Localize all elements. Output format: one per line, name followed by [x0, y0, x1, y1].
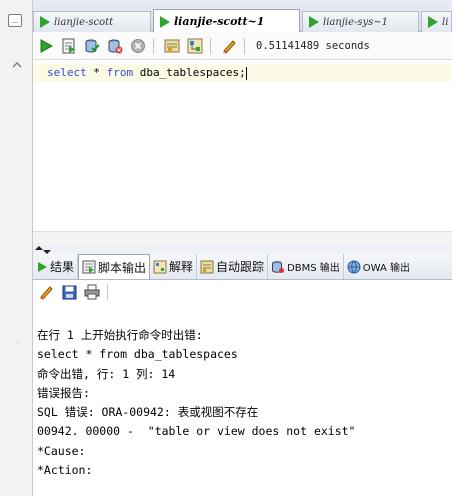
tab-lianjie-scott[interactable]: lianjie-scott [33, 11, 151, 32]
tab-dbms-output[interactable]: DBMS 输出 [268, 254, 344, 279]
toolbar-separator [107, 284, 108, 300]
toolbar-separator [210, 37, 211, 54]
sql-worksheet-icon [160, 15, 170, 28]
output-line: SQL 错误: ORA-00942: 表或视图不存在 [37, 405, 259, 420]
output-line: 在行 1 上开始执行命令时出错: [37, 328, 203, 342]
output-line: 00942. 00000 - "table or view does not e… [37, 424, 356, 439]
output-line: *Action: [37, 463, 93, 478]
run-script-icon[interactable] [59, 36, 79, 56]
toolbar-separator [153, 37, 154, 54]
code-text: * [86, 66, 107, 79]
explain-plan-icon[interactable] [185, 36, 205, 56]
output-toolbar [33, 280, 452, 304]
editor-horizontal-scrollbar[interactable] [33, 231, 452, 244]
tab-lianjie-scott-1[interactable]: lianjie-scott~1 [153, 9, 300, 33]
output-line: 错误报告: [37, 385, 90, 400]
left-panel-strip [0, 0, 33, 496]
tab-label: lianjie-scott [54, 16, 114, 28]
output-tab-bar: 结果 脚本输出 解释 自动跟踪 DBMS 输出 OWA 输出 [33, 254, 452, 280]
dbms-output-icon [272, 260, 285, 273]
sql-worksheet-icon [309, 16, 319, 28]
elapsed-time: 0.51141489 seconds [256, 39, 370, 52]
output-line: *Cause: [37, 443, 86, 458]
tab-label: OWA 输出 [362, 263, 411, 274]
print-icon[interactable] [82, 282, 102, 302]
explain-icon [153, 260, 167, 273]
minimize-panel-button[interactable]: _ [8, 14, 22, 27]
clear-output-icon[interactable] [36, 282, 56, 302]
cancel-icon[interactable] [128, 36, 148, 56]
output-line: select * from dba_tablespaces [37, 347, 238, 362]
tab-lianjie-sys-1[interactable]: lianjie-sys~1 [302, 11, 419, 32]
commit-icon[interactable] [82, 36, 102, 56]
editor-tab-bar: lianjie-scott lianjie-scott~1 lianjie-sy… [33, 0, 452, 33]
tab-label: 解释 [169, 260, 194, 274]
clear-icon[interactable] [219, 36, 239, 56]
tab-label: lianjie-sys~1 [323, 16, 389, 28]
splitter-caret-icon: ‹ [16, 338, 20, 347]
tab-owa-output[interactable]: OWA 输出 [344, 254, 413, 279]
code-text: dba_tablespaces; [133, 66, 246, 79]
save-icon[interactable] [59, 282, 79, 302]
scroll-up-arrow-icon[interactable] [12, 60, 22, 70]
output-line: 命令出错, 行: 1 列: 14 [37, 366, 176, 381]
panel-splitter[interactable] [33, 244, 452, 254]
sql-worksheet-icon [40, 16, 50, 28]
autotrace-icon [200, 260, 214, 273]
tab-label: 结果 [50, 260, 75, 274]
tab-label: lianjie-scott~1 [174, 15, 265, 28]
editor-line[interactable]: select * from dba_tablespaces; [33, 64, 452, 82]
toolbar-separator [244, 37, 245, 54]
script-output-panel[interactable]: 在行 1 上开始执行命令时出错: select * from dba_table… [33, 304, 452, 496]
keyword-from: from [106, 66, 134, 79]
text-cursor [245, 66, 247, 80]
tab-label: 脚本输出 [98, 260, 147, 275]
keyword-select: select [47, 66, 87, 79]
sql-worksheet-icon [428, 16, 438, 28]
script-output-icon [82, 260, 96, 274]
tab-label: 自动跟踪 [216, 260, 265, 274]
owa-output-icon [347, 260, 361, 273]
tab-label: li [442, 16, 449, 28]
sql-editor[interactable]: select * from dba_tablespaces; [33, 60, 452, 244]
run-statement-icon[interactable] [36, 36, 56, 56]
tab-script-output[interactable]: 脚本输出 [78, 254, 151, 279]
results-icon [38, 261, 47, 272]
sql-tuning-icon[interactable] [162, 36, 182, 56]
tab-results[interactable]: 结果 [33, 254, 79, 279]
tab-autotrace[interactable]: 自动跟踪 [197, 254, 269, 279]
tab-label: DBMS 输出 [287, 263, 340, 274]
tab-explain[interactable]: 解释 [150, 254, 198, 279]
worksheet-toolbar: 0.51141489 seconds [33, 32, 452, 60]
rollback-icon[interactable] [105, 36, 125, 56]
tab-li[interactable]: li [421, 11, 452, 32]
